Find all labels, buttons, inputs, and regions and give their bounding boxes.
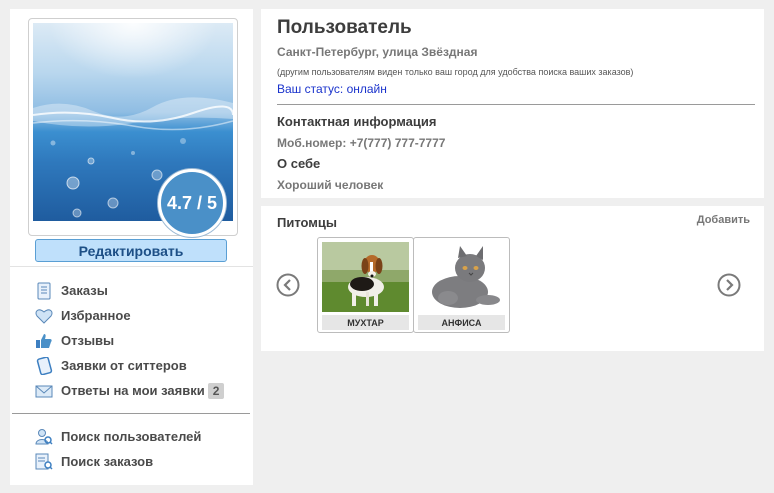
carousel-prev-button[interactable]: [276, 273, 300, 297]
about-heading: О себе: [277, 156, 321, 171]
divider: [12, 413, 250, 414]
menu-item-replies[interactable]: Ответы на мои заявки 2: [34, 378, 225, 403]
cat-photo: [418, 242, 505, 312]
edit-profile-button[interactable]: Редактировать: [35, 239, 227, 262]
thumbs-up-icon: [34, 331, 54, 351]
menu-item-label: Поиск пользователей: [61, 429, 202, 444]
menu-item-label: Заявки от ситтеров: [61, 358, 187, 373]
heart-icon: [34, 306, 54, 326]
chevron-left-icon: [276, 273, 300, 297]
carousel-next-button[interactable]: [717, 273, 741, 297]
about-text: Хороший человек: [277, 178, 384, 192]
replies-count-badge: 2: [207, 382, 225, 399]
secondary-menu: Поиск пользователей Поиск заказов: [34, 424, 201, 474]
menu-item-label: Отзывы: [61, 333, 115, 348]
pets-title: Питомцы: [277, 215, 338, 230]
profile-panel: Пользователь Санкт-Петербург, улица Звёз…: [261, 9, 764, 198]
sidebar: 4.7 / 5 Редактировать Заказы Избранное О…: [10, 9, 253, 485]
user-address: Санкт-Петербург, улица Звёздная: [277, 45, 478, 59]
chevron-right-icon: [717, 273, 741, 297]
menu-item-order-search[interactable]: Поиск заказов: [34, 449, 201, 474]
pet-name: АНФИСА: [418, 315, 505, 330]
pet-card-cat[interactable]: АНФИСА: [413, 237, 510, 333]
menu-item-reviews[interactable]: Отзывы: [34, 328, 224, 353]
pet-card-dog[interactable]: МУХТАР: [317, 237, 414, 333]
pet-name: МУХТАР: [322, 315, 409, 330]
menu-item-label: Избранное: [61, 308, 131, 323]
menu-item-favorites[interactable]: Избранное: [34, 303, 224, 328]
divider: [10, 266, 253, 267]
add-pet-link[interactable]: Добавить: [697, 214, 750, 226]
menu-item-label: Ответы на мои заявки: [61, 383, 205, 398]
visibility-note: (другим пользователям виден только ваш г…: [277, 67, 634, 77]
contact-heading: Контактная информация: [277, 114, 437, 129]
menu-item-orders[interactable]: Заказы: [34, 278, 224, 303]
user-name: Пользователь: [277, 17, 412, 38]
online-status: Ваш статус: онлайн: [277, 82, 387, 96]
menu-item-user-search[interactable]: Поиск пользователей: [34, 424, 201, 449]
menu-item-label: Заказы: [61, 283, 108, 298]
menu-item-sitter-requests[interactable]: Заявки от ситтеров: [34, 353, 224, 378]
dog-photo: [322, 242, 409, 312]
users-search-icon: [34, 427, 54, 447]
rating-badge: 4.7 / 5: [158, 169, 226, 237]
pets-panel: Питомцы Добавить МУХТАР АНФИСА: [261, 206, 764, 351]
orders-search-icon: [34, 452, 54, 472]
envelope-icon: [34, 381, 54, 401]
tablet-icon: [34, 356, 54, 376]
phone-number: Моб.номер: +7(777) 777-7777: [277, 136, 446, 150]
menu-item-label: Поиск заказов: [61, 454, 154, 469]
document-icon: [34, 281, 54, 301]
primary-menu: Заказы Избранное Отзывы Заявки от ситтер…: [34, 278, 225, 403]
divider: [277, 104, 755, 105]
